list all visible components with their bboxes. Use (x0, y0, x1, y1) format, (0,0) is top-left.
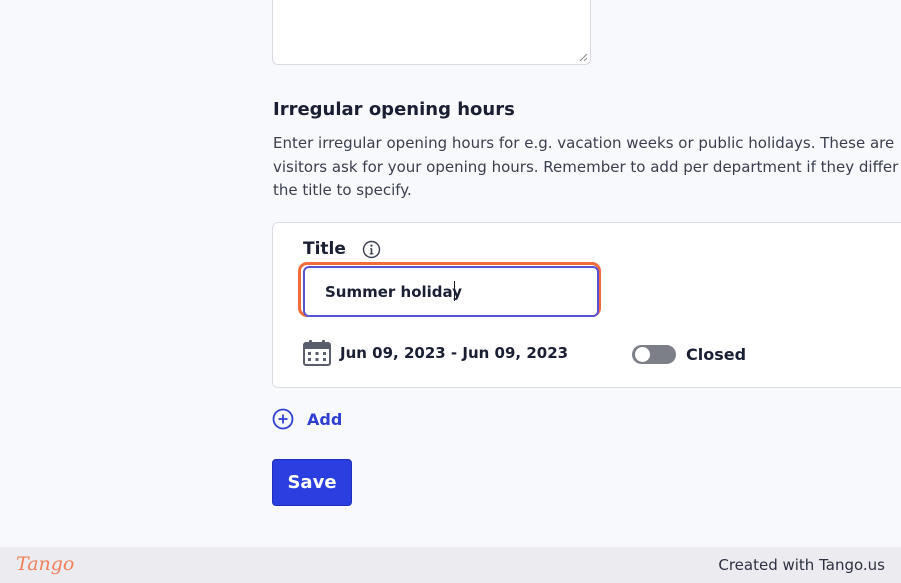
toggle-switch[interactable] (632, 344, 676, 364)
resize-grip-icon[interactable] (579, 53, 588, 62)
add-button[interactable]: Add (272, 408, 342, 430)
page-content: Irregular opening hours Enter irregular … (0, 0, 901, 547)
add-label: Add (307, 409, 343, 429)
title-label: Title (303, 239, 346, 259)
text-cursor (454, 281, 455, 301)
footer-bar: Tango Created with Tango.us (0, 547, 901, 583)
description-textarea[interactable] (272, 0, 591, 65)
title-input[interactable] (303, 266, 599, 317)
date-range-text: Jun 09, 2023 - Jun 09, 2023 (340, 344, 569, 362)
irregular-hours-heading: Irregular opening hours (273, 99, 515, 120)
save-button[interactable]: Save (272, 459, 352, 506)
tango-logo: Tango (16, 553, 75, 575)
closed-label: Closed (686, 344, 747, 364)
irregular-hours-card: Title Jun 09, 2023 - Ju (272, 222, 901, 388)
closed-toggle[interactable]: Closed (632, 344, 746, 364)
irregular-hours-description: Enter irregular opening hours for e.g. v… (273, 134, 901, 199)
date-range-picker[interactable]: Jun 09, 2023 - Jun 09, 2023 (303, 340, 568, 366)
footer-credit: Created with Tango.us (718, 556, 885, 574)
toggle-knob (635, 346, 650, 362)
plus-circle-icon (272, 408, 294, 430)
calendar-icon (303, 340, 331, 366)
info-icon[interactable] (362, 240, 381, 259)
